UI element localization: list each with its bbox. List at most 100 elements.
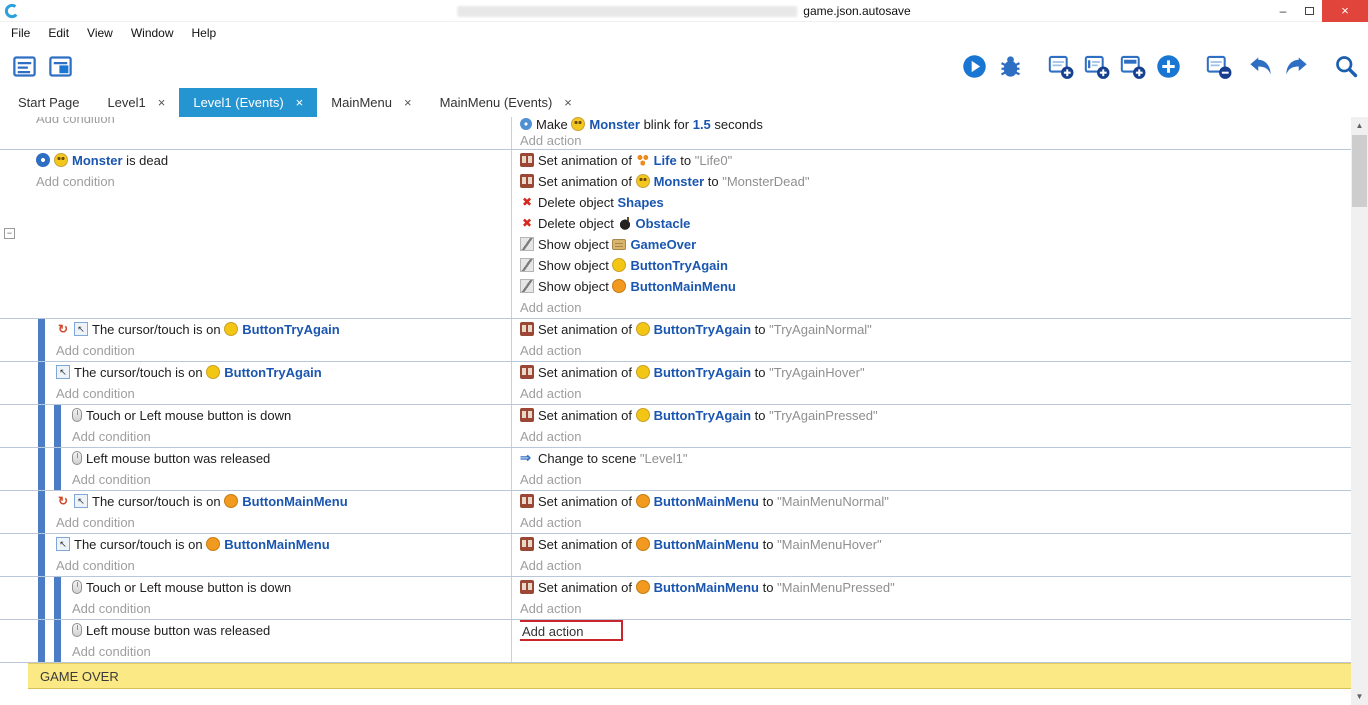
actions-cell[interactable]: Set animation of ButtonMainMenu to "Main… — [512, 491, 1351, 533]
conditions-cell[interactable]: Touch or Left mouse button is downAdd co… — [0, 577, 512, 619]
condition-line[interactable]: Monster is dead — [36, 150, 511, 171]
scroll-up-button[interactable]: ▲ — [1351, 117, 1368, 134]
add-comment-event-button[interactable] — [1116, 49, 1148, 83]
minimize-button[interactable]: – — [1270, 0, 1296, 22]
action-line[interactable]: Make Monster blink for 1.5 seconds — [520, 117, 1351, 133]
add-condition-placeholder[interactable]: Add condition — [72, 426, 511, 447]
add-condition-placeholder[interactable]: Add condition — [72, 641, 511, 662]
condition-line[interactable]: The cursor/touch is on ButtonMainMenu — [56, 491, 511, 512]
add-condition-placeholder[interactable]: Add condition — [56, 340, 511, 361]
add-action-placeholder[interactable]: Add action — [520, 555, 1351, 576]
add-condition-placeholder[interactable]: Add condition — [36, 171, 511, 192]
action-line[interactable]: Set animation of ButtonTryAgain to "TryA… — [520, 362, 1351, 383]
add-condition-placeholder[interactable]: Add condition — [56, 383, 511, 404]
actions-cell[interactable]: Set animation of ButtonMainMenu to "Main… — [512, 534, 1351, 576]
action-line[interactable]: Set animation of ButtonTryAgain to "TryA… — [520, 319, 1351, 340]
condition-line[interactable]: The cursor/touch is on ButtonTryAgain — [56, 319, 511, 340]
debug-button[interactable] — [994, 49, 1026, 83]
add-event-button[interactable] — [1044, 49, 1076, 83]
tab-close-icon[interactable]: × — [564, 95, 572, 110]
scroll-down-button[interactable]: ▼ — [1351, 688, 1368, 705]
action-line[interactable]: Change to scene "Level1" — [520, 448, 1351, 469]
tab-start-page[interactable]: Start Page — [4, 88, 93, 117]
scroll-thumb[interactable] — [1352, 135, 1367, 207]
add-action-placeholder[interactable]: Add action — [520, 512, 1351, 533]
add-action-placeholder[interactable]: Add action — [520, 340, 1351, 361]
add-condition-placeholder[interactable]: Add condition — [72, 469, 511, 490]
add-action-placeholder[interactable]: Add action — [520, 426, 1351, 447]
conditions-cell[interactable]: The cursor/touch is on ButtonMainMenuAdd… — [0, 491, 512, 533]
project-window-button[interactable] — [8, 49, 40, 83]
collapse-events-button[interactable] — [1202, 49, 1234, 83]
conditions-cell[interactable]: − Monster is deadAdd condition — [0, 150, 512, 318]
add-condition-placeholder[interactable]: Add condition — [72, 598, 511, 619]
conditions-cell[interactable]: Add condition — [0, 117, 512, 149]
collapse-toggle[interactable]: − — [4, 228, 15, 239]
comment-event[interactable]: GAME OVER — [0, 663, 1351, 689]
menu-help[interactable]: Help — [183, 26, 226, 40]
action-line[interactable]: Set animation of ButtonMainMenu to "Main… — [520, 534, 1351, 555]
actions-cell[interactable]: Set animation of ButtonTryAgain to "TryA… — [512, 319, 1351, 361]
condition-line[interactable]: The cursor/touch is on ButtonTryAgain — [56, 362, 511, 383]
tab-close-icon[interactable]: × — [404, 95, 412, 110]
condition-line[interactable]: The cursor/touch is on ButtonMainMenu — [56, 534, 511, 555]
actions-cell[interactable]: Set animation of ButtonTryAgain to "TryA… — [512, 362, 1351, 404]
tab-close-icon[interactable]: × — [158, 95, 166, 110]
actions-cell[interactable]: Add action — [512, 620, 1351, 662]
actions-cell[interactable]: Set animation of ButtonTryAgain to "TryA… — [512, 405, 1351, 447]
add-condition-placeholder[interactable]: Add condition — [56, 512, 511, 533]
conditions-cell[interactable]: The cursor/touch is on ButtonMainMenuAdd… — [0, 534, 512, 576]
actions-cell[interactable]: Set animation of Life to "Life0"Set anim… — [512, 150, 1351, 318]
menu-file[interactable]: File — [2, 26, 39, 40]
action-line[interactable]: Set animation of ButtonMainMenu to "Main… — [520, 577, 1351, 598]
redo-button[interactable] — [1280, 49, 1312, 83]
action-line[interactable]: Delete object Shapes — [520, 192, 1351, 213]
add-condition-placeholder[interactable]: Add condition — [36, 117, 511, 127]
add-action-placeholder[interactable]: Add action — [520, 297, 1351, 318]
add-more-button[interactable] — [1152, 49, 1184, 83]
add-action-placeholder[interactable]: Add action — [520, 598, 1351, 619]
action-line[interactable]: Delete object Obstacle — [520, 213, 1351, 234]
comment-body[interactable]: GAME OVER — [28, 663, 1351, 689]
conditions-cell[interactable]: The cursor/touch is on ButtonTryAgainAdd… — [0, 362, 512, 404]
close-button[interactable]: × — [1322, 0, 1368, 22]
tab-mainmenu-events[interactable]: MainMenu (Events)× — [426, 88, 586, 117]
menu-edit[interactable]: Edit — [39, 26, 78, 40]
actions-cell[interactable]: Set animation of ButtonMainMenu to "Main… — [512, 577, 1351, 619]
menu-window[interactable]: Window — [122, 26, 183, 40]
run-button[interactable] — [958, 49, 990, 83]
highlight-box[interactable]: Add action — [520, 620, 623, 641]
condition-line[interactable]: Touch or Left mouse button is down — [72, 577, 511, 598]
add-condition-placeholder[interactable]: Add condition — [56, 555, 511, 576]
maximize-button[interactable] — [1296, 0, 1322, 22]
action-line[interactable]: Show object GameOver — [520, 234, 1351, 255]
condition-line[interactable]: Left mouse button was released — [72, 448, 511, 469]
add-action-placeholder[interactable]: Add action — [520, 133, 1351, 149]
vertical-scrollbar[interactable]: ▲ ▼ — [1351, 117, 1368, 705]
actions-cell[interactable]: Change to scene "Level1"Add action — [512, 448, 1351, 490]
action-line[interactable]: Set animation of ButtonTryAgain to "TryA… — [520, 405, 1351, 426]
tab-mainmenu[interactable]: MainMenu× — [317, 88, 425, 117]
search-button[interactable] — [1330, 49, 1362, 83]
add-subevent-button[interactable] — [1080, 49, 1112, 83]
add-action-placeholder[interactable]: Add action — [520, 620, 1351, 641]
condition-line[interactable]: Touch or Left mouse button is down — [72, 405, 511, 426]
action-line[interactable]: Show object ButtonMainMenu — [520, 276, 1351, 297]
action-line[interactable]: Show object ButtonTryAgain — [520, 255, 1351, 276]
action-line[interactable]: Set animation of ButtonMainMenu to "Main… — [520, 491, 1351, 512]
conditions-cell[interactable]: Touch or Left mouse button is downAdd co… — [0, 405, 512, 447]
conditions-cell[interactable]: Left mouse button was releasedAdd condit… — [0, 448, 512, 490]
add-action-placeholder[interactable]: Add action — [520, 383, 1351, 404]
condition-line[interactable]: Left mouse button was released — [72, 620, 511, 641]
tab-close-icon[interactable]: × — [296, 95, 304, 110]
tab-level1[interactable]: Level1× — [93, 88, 179, 117]
conditions-cell[interactable]: Left mouse button was releasedAdd condit… — [0, 620, 512, 662]
action-line[interactable]: Set animation of Life to "Life0" — [520, 150, 1351, 171]
tab-level1-events[interactable]: Level1 (Events)× — [179, 88, 317, 117]
action-line[interactable]: Set animation of Monster to "MonsterDead… — [520, 171, 1351, 192]
scene-window-button[interactable] — [44, 49, 76, 83]
add-action-placeholder[interactable]: Add action — [520, 469, 1351, 490]
conditions-cell[interactable]: The cursor/touch is on ButtonTryAgainAdd… — [0, 319, 512, 361]
menu-view[interactable]: View — [78, 26, 122, 40]
undo-button[interactable] — [1244, 49, 1276, 83]
